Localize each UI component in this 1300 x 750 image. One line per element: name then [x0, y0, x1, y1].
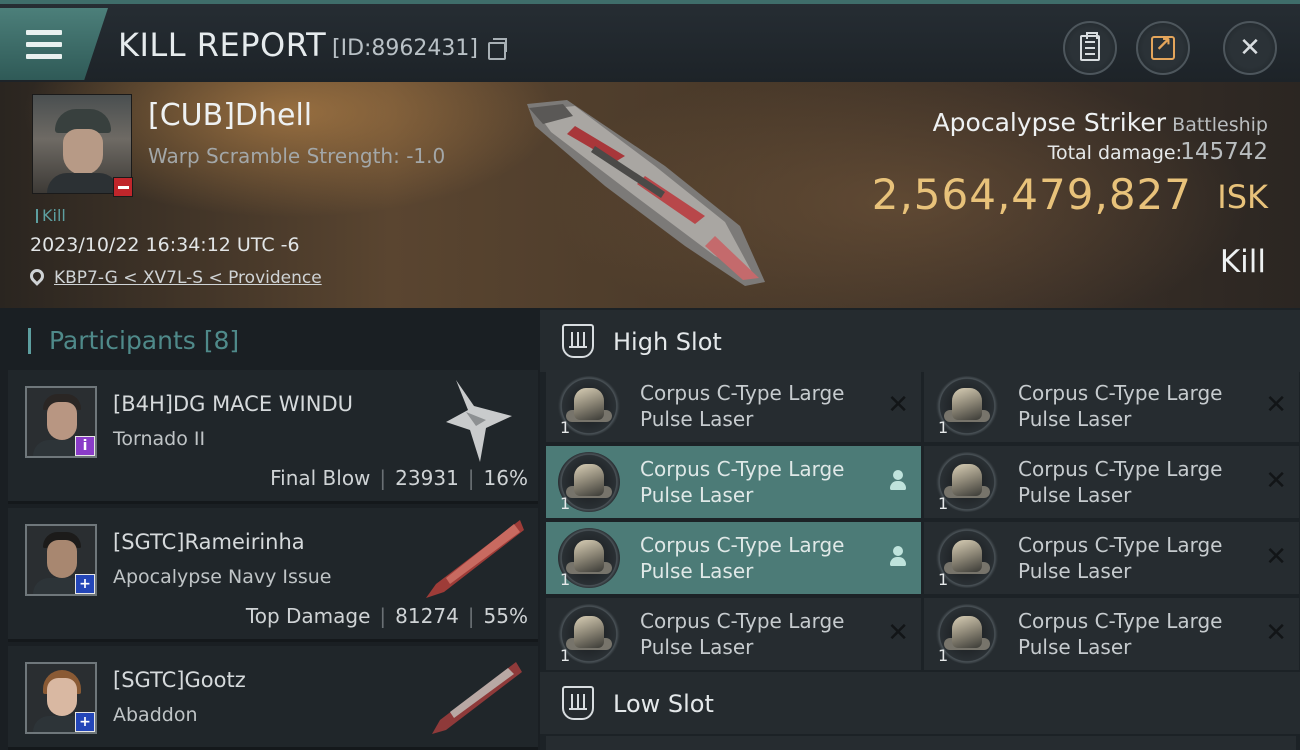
participant-role: Final Blow [270, 466, 371, 490]
page-title: KILL REPORT [118, 26, 327, 64]
high-slot-title: High Slot [613, 328, 722, 356]
module-item[interactable]: 1 Corpus C-Type Large Pulse Laser [546, 522, 921, 594]
destroyed-icon: ✕ [1265, 390, 1287, 420]
low-slot-row-partial[interactable] [546, 736, 1296, 750]
participant-role: Top Damage [245, 604, 371, 628]
destroyed-icon: ✕ [1265, 542, 1287, 572]
participant-row[interactable]: + [SGTC]Rameirinha Apocalypse Navy Issue… [8, 508, 538, 642]
module-quantity: 1 [560, 494, 571, 513]
module-quantity: 1 [938, 494, 949, 513]
clipboard-button[interactable] [1063, 21, 1117, 75]
participant-ship-image [432, 662, 522, 734]
participant-row[interactable]: + [SGTC]Gootz Abaddon [8, 646, 538, 750]
info-badge-icon: i [75, 436, 95, 456]
header-bar: KILL REPORT [ID:8962431] ✕ [0, 0, 1300, 82]
destroyed-icon: ✕ [1265, 466, 1287, 496]
destroyed-icon: ✕ [887, 390, 909, 420]
participants-panel: Participants [8] i [B4H]DG MACE WINDU To… [0, 308, 540, 750]
ship-name[interactable]: Apocalypse Striker [933, 108, 1166, 137]
ship-class: Battleship [1172, 114, 1268, 136]
participant-stats: Final Blow | 23931 | 16% [270, 466, 528, 490]
isk-unit: ISK [1217, 178, 1268, 216]
module-name: Corpus C-Type Large Pulse Laser [640, 609, 845, 659]
close-button[interactable]: ✕ [1223, 21, 1277, 75]
high-slot-icon [562, 324, 594, 358]
module-item[interactable]: 1 Corpus C-Type Large Pulse Laser ✕ [924, 598, 1299, 670]
isk-value: 2,564,479,827 [871, 170, 1192, 219]
module-quantity: 1 [938, 418, 949, 437]
kill-tag: Kill [36, 206, 66, 225]
victim-name[interactable]: [CUB]Dhell [148, 98, 312, 133]
module-name: Corpus C-Type Large Pulse Laser [640, 533, 845, 583]
module-quantity: 1 [560, 570, 571, 589]
kill-result: Kill [1219, 244, 1266, 280]
copy-icon[interactable] [488, 38, 507, 60]
warp-scramble-strength: Warp Scramble Strength: -1.0 [148, 144, 446, 168]
location-link[interactable]: KBP7-G < XV7L-S < Providence [54, 268, 322, 288]
low-slot-header: Low Slot [540, 672, 1300, 734]
module-quantity: 1 [938, 570, 949, 589]
participant-name: [SGTC]Rameirinha [113, 530, 305, 554]
module-item[interactable]: 1 Corpus C-Type Large Pulse Laser ✕ [546, 598, 921, 670]
kill-datetime: 2023/10/22 16:34:12 UTC -6 [30, 234, 300, 256]
low-slot-icon [562, 686, 594, 720]
location-pin-icon [27, 266, 47, 286]
dropped-person-icon [889, 546, 907, 568]
module-name: Corpus C-Type Large Pulse Laser [1018, 609, 1223, 659]
participants-title: Participants [48, 326, 196, 355]
module-quantity: 1 [560, 418, 571, 437]
menu-icon [26, 30, 62, 66]
module-quantity: 1 [938, 646, 949, 665]
participant-percent: 55% [483, 604, 528, 628]
total-damage-label: Total damage: [1047, 142, 1182, 164]
share-icon [1151, 32, 1175, 60]
participant-name: [SGTC]Gootz [113, 668, 246, 692]
victim-ship-image [527, 100, 765, 286]
module-quantity: 1 [560, 646, 571, 665]
module-item[interactable]: 1 Corpus C-Type Large Pulse Laser [546, 446, 921, 518]
share-button[interactable] [1136, 21, 1190, 75]
high-slot-header: High Slot [540, 310, 1300, 372]
dropped-person-icon [889, 470, 907, 492]
plus-badge-icon: + [75, 574, 95, 594]
module-name: Corpus C-Type Large Pulse Laser [640, 457, 845, 507]
participants-header: Participants [8] [28, 326, 239, 355]
fitting-panel: High Slot 1 Corpus C-Type Large Pulse Las… [540, 308, 1300, 750]
participant-name: [B4H]DG MACE WINDU [113, 392, 353, 416]
module-name: Corpus C-Type Large Pulse Laser [1018, 457, 1223, 507]
clipboard-icon [1080, 32, 1100, 61]
participant-row[interactable]: i [B4H]DG MACE WINDU Tornado II Final Bl… [8, 370, 538, 504]
module-name: Corpus C-Type Large Pulse Laser [1018, 533, 1223, 583]
module-name: Corpus C-Type Large Pulse Laser [640, 381, 845, 431]
module-item[interactable]: 1 Corpus C-Type Large Pulse Laser ✕ [924, 446, 1299, 518]
loss-badge-icon [113, 177, 133, 197]
total-damage-value: 145742 [1180, 139, 1268, 165]
menu-button[interactable] [0, 8, 108, 80]
participants-count: [8] [203, 326, 240, 355]
module-item[interactable]: 1 Corpus C-Type Large Pulse Laser ✕ [546, 370, 921, 442]
destroyed-icon: ✕ [887, 618, 909, 648]
participant-ship-image [426, 520, 524, 598]
module-name: Corpus C-Type Large Pulse Laser [1018, 381, 1223, 431]
close-icon: ✕ [1239, 33, 1261, 63]
participant-damage: 81274 [395, 604, 459, 628]
participant-ship: Apocalypse Navy Issue [113, 566, 332, 588]
participant-percent: 16% [483, 466, 528, 490]
participant-stats: Top Damage | 81274 | 55% [245, 604, 528, 628]
victim-banner: [CUB]Dhell Warp Scramble Strength: -1.0 … [0, 82, 1300, 308]
participant-damage: 23931 [395, 466, 459, 490]
participant-ship: Abaddon [113, 704, 198, 726]
module-item[interactable]: 1 Corpus C-Type Large Pulse Laser ✕ [924, 370, 1299, 442]
report-id: [ID:8962431] [332, 36, 478, 61]
participant-ship: Tornado II [113, 428, 206, 450]
participant-ship-image [446, 380, 512, 462]
plus-badge-icon: + [75, 712, 95, 732]
module-item[interactable]: 1 Corpus C-Type Large Pulse Laser ✕ [924, 522, 1299, 594]
destroyed-icon: ✕ [1265, 618, 1287, 648]
low-slot-title: Low Slot [613, 690, 714, 718]
